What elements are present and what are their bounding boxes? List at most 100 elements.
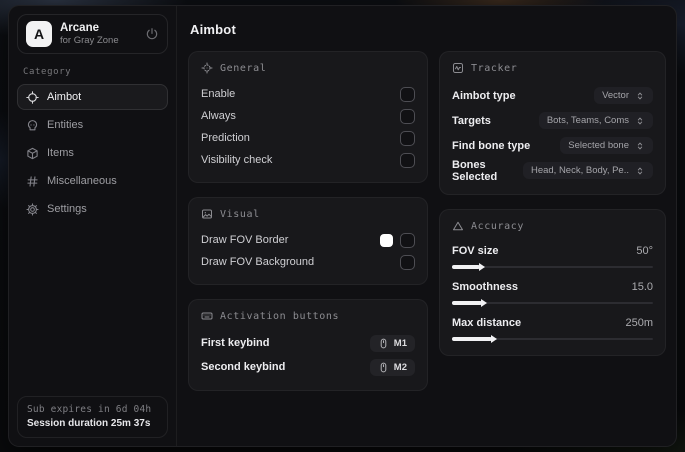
general-card: General Enable Always Prediction Visibil…	[188, 51, 428, 183]
row-label: Find bone type	[452, 139, 531, 152]
slider-fill[interactable]	[452, 335, 498, 343]
app-subtitle: for Gray Zone	[60, 35, 119, 46]
slider-row-max-distance: Max distance 250m	[452, 313, 653, 343]
accuracy-card: Accuracy FOV size 50° Smoothness 15.0 Ma…	[439, 209, 666, 356]
section-title: General	[220, 62, 267, 74]
row-label: Prediction	[201, 132, 250, 144]
select-value: Selected bone	[568, 140, 629, 151]
row-label: Aimbot type	[452, 89, 516, 102]
max-distance-slider[interactable]	[452, 335, 653, 343]
toggle-row-draw-fov-border: Draw FOV Border	[201, 229, 415, 251]
keybind-row-first: First keybind M1	[201, 331, 415, 355]
category-label: Category	[23, 67, 72, 77]
prediction-checkbox[interactable]	[400, 130, 415, 146]
sidebar-item-settings[interactable]: Settings	[17, 196, 168, 222]
toggle-row-enable: Enable	[201, 83, 415, 105]
general-card-header: General	[201, 62, 415, 74]
slider-fill[interactable]	[452, 263, 486, 271]
gear-icon	[26, 202, 39, 216]
mouse-icon	[378, 362, 389, 373]
hash-icon	[26, 175, 39, 188]
section-title: Tracker	[471, 62, 518, 74]
slider-row-fov-size: FOV size 50°	[452, 241, 653, 271]
slider-row-smoothness: Smoothness 15.0	[452, 277, 653, 307]
activation-buttons-card: Activation buttons First keybind M1 Seco…	[188, 299, 428, 391]
select-row-aimbot-type: Aimbot type Vector	[452, 83, 653, 108]
app-logo: A	[26, 21, 52, 47]
first-keybind-button[interactable]: M1	[369, 334, 415, 352]
visual-card: Visual Draw FOV Border Draw FOV Backgrou…	[188, 197, 428, 285]
row-label: FOV size	[452, 244, 499, 257]
select-value: Vector	[602, 90, 629, 101]
row-label: Visibility check	[201, 154, 273, 166]
slider-fill[interactable]	[452, 299, 488, 307]
section-title: Activation buttons	[220, 310, 340, 322]
row-label: Targets	[452, 114, 491, 127]
brand-card: A Arcane for Gray Zone	[17, 14, 168, 54]
content-area: General Enable Always Prediction Visibil…	[177, 48, 676, 446]
row-label: Always	[201, 110, 236, 122]
sidebar-item-items[interactable]: Items	[17, 140, 168, 166]
bones-selected-select[interactable]: Head, Neck, Body, Pe..	[522, 162, 653, 179]
select-row-bones-selected: Bones Selected Head, Neck, Body, Pe..	[452, 158, 653, 183]
mouse-icon	[378, 338, 389, 349]
page-title: Aimbot	[190, 22, 236, 37]
select-value: Head, Neck, Body, Pe..	[530, 165, 629, 176]
main-header: Aimbot	[177, 6, 676, 48]
keybind-row-second: Second keybind M2	[201, 355, 415, 379]
right-column: Tracker Aimbot type Vector Targets Bots,…	[439, 51, 666, 356]
sidebar-item-label: Aimbot	[47, 91, 82, 103]
power-icon[interactable]	[145, 27, 159, 41]
brand-text: Arcane for Gray Zone	[60, 22, 119, 46]
toggle-row-always: Always	[201, 105, 415, 127]
smoothness-slider[interactable]	[452, 299, 653, 307]
find-bone-type-select[interactable]: Selected bone	[560, 137, 653, 154]
draw-fov-background-checkbox[interactable]	[400, 254, 415, 270]
sidebar-item-aimbot[interactable]: Aimbot	[17, 84, 168, 110]
smoothness-value: 15.0	[631, 280, 653, 293]
section-title: Accuracy	[471, 220, 524, 232]
sidebar: A Arcane for Gray Zone Category Aimbot E…	[9, 6, 177, 446]
draw-fov-border-checkbox[interactable]	[400, 232, 415, 248]
toggle-row-draw-fov-background: Draw FOV Background	[201, 251, 415, 273]
select-row-targets: Targets Bots, Teams, Coms	[452, 108, 653, 133]
keyboard-icon	[201, 310, 213, 322]
select-row-find-bone-type: Find bone type Selected bone	[452, 133, 653, 158]
sidebar-item-miscellaneous[interactable]: Miscellaneous	[17, 168, 168, 194]
targets-select[interactable]: Bots, Teams, Coms	[538, 112, 653, 129]
toggle-row-prediction: Prediction	[201, 127, 415, 149]
section-title: Visual	[220, 208, 260, 220]
chevron-up-down-icon	[635, 91, 645, 101]
row-label: First keybind	[201, 337, 270, 349]
sidebar-item-label: Items	[47, 147, 74, 159]
keybind-value: M2	[393, 361, 407, 373]
tracker-card: Tracker Aimbot type Vector Targets Bots,…	[439, 51, 666, 195]
chevron-up-down-icon	[635, 141, 645, 151]
app-name: Arcane	[60, 22, 99, 34]
cube-icon	[26, 147, 39, 160]
sidebar-item-label: Miscellaneous	[47, 175, 117, 187]
second-keybind-button[interactable]: M2	[369, 358, 415, 376]
session-duration-text: Session duration 25m 37s	[27, 418, 151, 429]
fov-size-slider[interactable]	[452, 263, 653, 271]
max-distance-value: 250m	[625, 316, 653, 329]
fov-size-value: 50°	[636, 244, 653, 257]
aimbot-type-select[interactable]: Vector	[594, 87, 653, 104]
cheat-menu-window: A Arcane for Gray Zone Category Aimbot E…	[8, 5, 677, 447]
main-panel: Aimbot General Enable Always Prediction …	[177, 6, 676, 446]
row-label: Enable	[201, 88, 236, 100]
sidebar-item-entities[interactable]: Entities	[17, 112, 168, 138]
enable-checkbox[interactable]	[400, 86, 415, 102]
select-value: Bots, Teams, Coms	[546, 115, 629, 126]
fov-border-color-swatch[interactable]	[380, 233, 393, 247]
sidebar-item-label: Settings	[47, 203, 87, 215]
subscription-info-card: Sub expires in 6d 04h Session duration 2…	[17, 396, 168, 438]
activation-card-header: Activation buttons	[201, 310, 415, 322]
crosshair-icon	[26, 90, 39, 104]
skull-icon	[26, 119, 39, 132]
tracker-card-header: Tracker	[452, 62, 653, 74]
left-column: General Enable Always Prediction Visibil…	[188, 51, 428, 391]
always-checkbox[interactable]	[400, 108, 415, 124]
visibility-check-checkbox[interactable]	[400, 152, 415, 168]
crosshair-dotted-icon	[201, 62, 213, 74]
